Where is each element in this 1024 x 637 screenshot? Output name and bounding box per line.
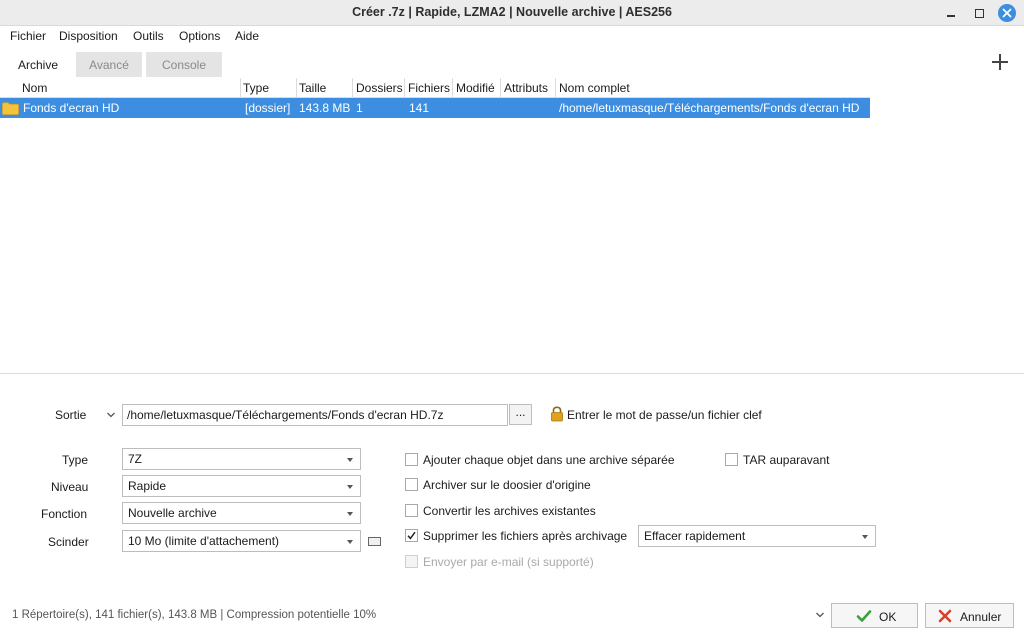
cell-full-name: /home/letuxmasque/Téléchargements/Fonds … — [559, 101, 860, 115]
convert-archives-label[interactable]: Convertir les archives existantes — [423, 504, 596, 518]
dropdown-arrow-icon — [347, 512, 353, 516]
tar-before-checkbox[interactable] — [725, 453, 738, 466]
menu-aide[interactable]: Aide — [235, 29, 259, 43]
level-value: Rapide — [128, 479, 167, 493]
close-button[interactable] — [998, 4, 1016, 22]
menu-fichier[interactable]: Fichier — [10, 29, 46, 43]
window-title: Créer .7z | Rapide, LZMA2 | Nouvelle arc… — [352, 5, 672, 19]
dropdown-arrow-icon — [347, 540, 353, 544]
status-bar: 1 Répertoire(s), 141 fichier(s), 143.8 M… — [12, 609, 377, 621]
add-button[interactable] — [990, 52, 1010, 72]
level-label: Niveau — [51, 480, 89, 494]
cell-size: 143.8 MB — [299, 101, 351, 115]
menu-outils[interactable]: Outils — [133, 29, 164, 43]
close-icon — [1002, 8, 1012, 18]
dropdown-arrow-icon — [347, 458, 353, 462]
cell-type: [dossier] — [245, 101, 291, 115]
email-icon[interactable] — [368, 537, 381, 546]
tab-archive[interactable]: Archive — [4, 52, 72, 77]
column-separator — [240, 78, 241, 98]
column-header-type[interactable]: Type — [243, 81, 269, 95]
list-header: Nom Type Taille Dossiers Fichiers Modifi… — [0, 78, 870, 98]
separate-archive-label[interactable]: Ajouter chaque objet dans une archive sé… — [423, 453, 675, 467]
folder-icon — [2, 102, 19, 115]
type-select[interactable]: 7Z — [122, 448, 361, 470]
column-header-attributs[interactable]: Attributs — [504, 81, 548, 95]
ok-button[interactable]: OK — [831, 603, 918, 628]
dropdown-arrow-icon — [862, 535, 868, 539]
dropdown-arrow-icon — [347, 485, 353, 489]
checkmark-icon — [407, 531, 416, 540]
delete-after-checkbox[interactable] — [405, 529, 418, 542]
column-separator — [296, 78, 297, 98]
function-value: Nouvelle archive — [128, 506, 217, 520]
chevron-down-icon[interactable] — [106, 411, 116, 419]
chevron-down-icon[interactable] — [815, 611, 825, 619]
column-header-fichiers[interactable]: Fichiers — [408, 81, 450, 95]
column-header-nom-complet[interactable]: Nom complet — [559, 81, 630, 95]
browse-button[interactable]: ... — [509, 404, 532, 425]
type-value: 7Z — [128, 452, 143, 466]
level-select[interactable]: Rapide — [122, 475, 361, 497]
cell-files: 141 — [409, 101, 430, 115]
tar-before-label[interactable]: TAR auparavant — [743, 453, 830, 467]
x-icon — [938, 609, 952, 623]
menu-bar: Fichier Disposition Outils Options Aide — [0, 26, 1024, 46]
tab-avance[interactable]: Avancé — [76, 52, 142, 77]
column-header-dossiers[interactable]: Dossiers — [356, 81, 403, 95]
email-checkbox — [405, 555, 418, 568]
column-separator — [352, 78, 353, 98]
column-header-taille[interactable]: Taille — [299, 81, 326, 95]
title-bar: Créer .7z | Rapide, LZMA2 | Nouvelle arc… — [0, 0, 1024, 26]
column-separator — [555, 78, 556, 98]
column-separator — [500, 78, 501, 98]
cancel-label: Annuler — [960, 610, 1002, 624]
split-label: Scinder — [48, 535, 89, 549]
separate-archive-checkbox[interactable] — [405, 453, 418, 466]
split-value: 10 Mo (limite d'attachement) — [128, 534, 280, 548]
cell-name: Fonds d'ecran HD — [23, 101, 120, 115]
column-header-nom[interactable]: Nom — [22, 81, 47, 95]
delete-mode-select[interactable]: Effacer rapidement — [638, 525, 876, 547]
lock-icon[interactable] — [550, 406, 564, 422]
column-header-modifie[interactable]: Modifié — [456, 81, 495, 95]
output-label: Sortie — [55, 408, 87, 422]
function-select[interactable]: Nouvelle archive — [122, 502, 361, 524]
check-icon — [856, 610, 872, 622]
file-list[interactable]: Nom Type Taille Dossiers Fichiers Modifi… — [0, 78, 1024, 374]
tab-console[interactable]: Console — [146, 52, 222, 77]
minimize-button[interactable] — [942, 4, 960, 22]
column-separator — [452, 78, 453, 98]
output-path-input[interactable]: /home/letuxmasque/Téléchargements/Fonds … — [122, 404, 508, 426]
cell-folders: 1 — [356, 101, 363, 115]
menu-disposition[interactable]: Disposition — [59, 29, 118, 43]
delete-after-label[interactable]: Supprimer les fichiers après archivage — [423, 529, 627, 543]
archive-origin-checkbox[interactable] — [405, 478, 418, 491]
table-row[interactable]: Fonds d'ecran HD [dossier] 143.8 MB 1 14… — [0, 98, 870, 118]
ok-label: OK — [879, 610, 897, 624]
archive-origin-label[interactable]: Archiver sur le doosier d'origine — [423, 478, 591, 492]
delete-mode-value: Effacer rapidement — [644, 529, 746, 543]
email-label: Envoyer par e-mail (si supporté) — [423, 555, 594, 569]
cancel-button[interactable]: Annuler — [925, 603, 1014, 628]
column-separator — [404, 78, 405, 98]
function-label: Fonction — [41, 507, 88, 521]
type-label: Type — [62, 453, 89, 467]
menu-options[interactable]: Options — [179, 29, 220, 43]
password-label[interactable]: Entrer le mot de passe/un fichier clef — [567, 408, 762, 422]
maximize-button[interactable] — [970, 4, 988, 22]
convert-archives-checkbox[interactable] — [405, 504, 418, 517]
split-select[interactable]: 10 Mo (limite d'attachement) — [122, 530, 361, 552]
